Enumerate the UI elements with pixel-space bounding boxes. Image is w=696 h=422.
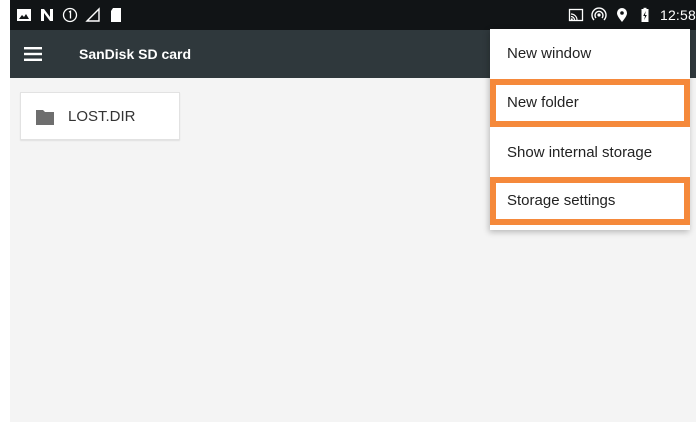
folder-name: LOST.DIR <box>68 108 136 125</box>
menu-item-storage-settings[interactable]: Storage settings <box>490 177 690 225</box>
status-bar-right-icons: 12:58 <box>568 6 696 24</box>
signal-outline-icon <box>85 7 101 23</box>
status-time: 12:58 <box>659 7 696 23</box>
location-pin-icon <box>614 7 630 23</box>
battery-charging-icon <box>637 7 653 23</box>
menu-item-new-folder[interactable]: New folder <box>490 79 690 127</box>
hamburger-menu-icon[interactable] <box>20 41 46 67</box>
status-bar-left-icons <box>16 6 124 24</box>
toolbar-title: SanDisk SD card <box>79 46 192 62</box>
image-icon <box>16 7 32 23</box>
folder-item-lost-dir[interactable]: LOST.DIR <box>20 92 180 140</box>
number-one-icon <box>62 7 78 23</box>
status-bar: 12:58 <box>10 0 696 30</box>
menu-item-show-internal-storage[interactable]: Show internal storage <box>490 129 690 177</box>
overflow-menu: New window New folder Show internal stor… <box>490 29 690 230</box>
hotspot-icon <box>591 7 607 23</box>
n-notification-icon <box>39 7 55 23</box>
folder-icon <box>35 108 55 126</box>
menu-item-new-window[interactable]: New window <box>490 30 690 78</box>
cast-icon <box>568 7 584 23</box>
sd-card-icon <box>108 7 124 23</box>
